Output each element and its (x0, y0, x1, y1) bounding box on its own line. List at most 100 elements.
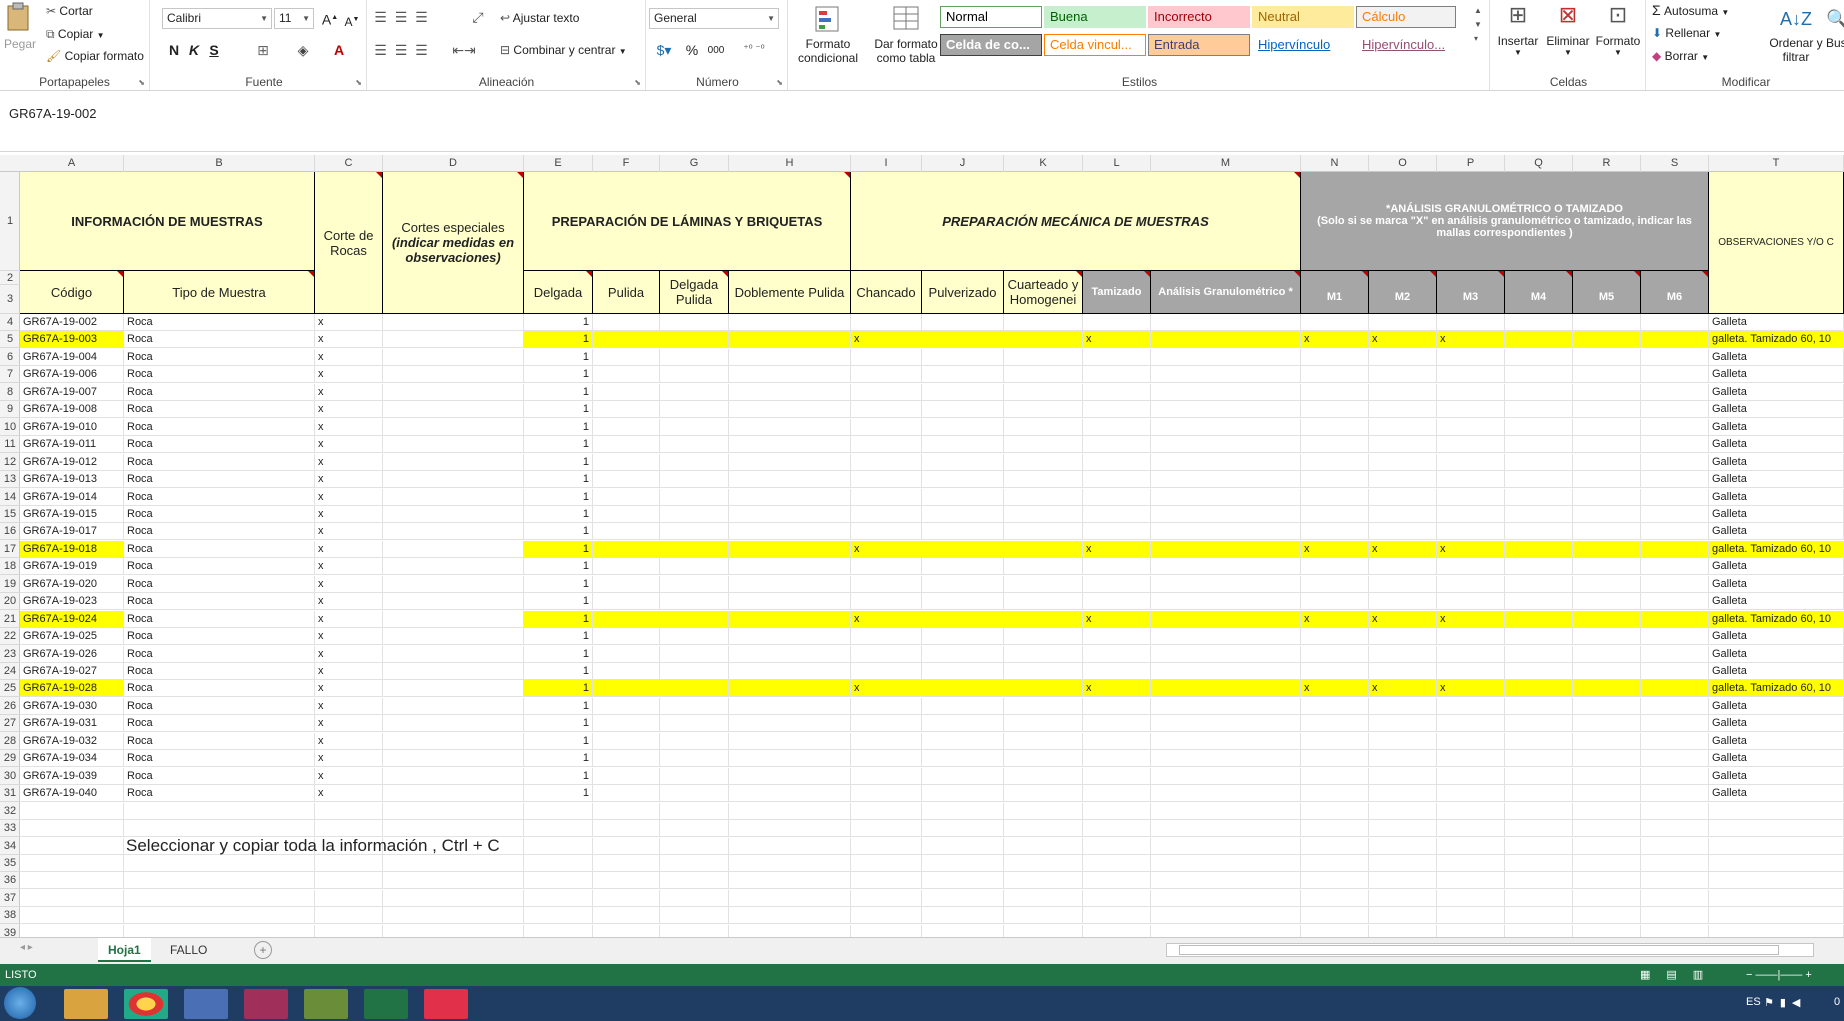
cell-r[interactable] (1573, 523, 1641, 540)
row-header[interactable]: 4 (0, 314, 20, 331)
empty-cell[interactable] (922, 925, 1004, 937)
cell-m[interactable] (1151, 506, 1301, 523)
empty-cell[interactable] (1437, 925, 1505, 937)
empty-cell[interactable] (593, 820, 660, 837)
explorer-icon[interactable] (64, 989, 108, 1019)
cell-tipo[interactable]: Roca (124, 698, 315, 715)
cell-observaciones[interactable]: Galleta (1709, 366, 1844, 383)
cell-m[interactable] (1151, 436, 1301, 453)
column-header-m[interactable]: M (1151, 155, 1301, 172)
empty-cell[interactable] (1369, 872, 1437, 889)
cell-g[interactable] (660, 489, 729, 506)
empty-cell[interactable] (1709, 855, 1844, 872)
empty-cell[interactable] (660, 855, 729, 872)
empty-cell[interactable] (524, 925, 593, 937)
cell-p[interactable] (1437, 628, 1505, 645)
empty-cell[interactable] (1301, 872, 1369, 889)
cell-m[interactable] (1151, 768, 1301, 785)
cell-g[interactable] (660, 331, 729, 348)
cell-cortes-especiales[interactable] (383, 506, 524, 523)
cell-m[interactable] (1151, 419, 1301, 436)
cell-j[interactable] (922, 576, 1004, 593)
empty-cell[interactable] (1505, 925, 1573, 937)
cell-n[interactable] (1301, 384, 1369, 401)
empty-cell[interactable] (660, 838, 729, 855)
cell-l[interactable]: x (1083, 331, 1151, 348)
empty-cell[interactable] (593, 803, 660, 820)
cell-p[interactable] (1437, 663, 1505, 680)
empty-cell[interactable] (315, 907, 383, 924)
language-indicator[interactable]: ES (1746, 996, 1761, 1008)
empty-cell[interactable] (1573, 803, 1641, 820)
column-header-j[interactable]: J (922, 155, 1004, 172)
empty-cell[interactable] (1641, 925, 1709, 937)
empty-cell[interactable] (922, 803, 1004, 820)
empty-cell[interactable] (729, 890, 851, 907)
cell-delgada[interactable]: 1 (524, 331, 593, 348)
empty-cell[interactable] (1151, 803, 1301, 820)
fill-color-icon[interactable]: ◈ (292, 41, 314, 59)
cell-n[interactable] (1301, 768, 1369, 785)
column-header-o[interactable]: O (1369, 155, 1437, 172)
cell-m[interactable] (1151, 366, 1301, 383)
cell-r[interactable] (1573, 576, 1641, 593)
cell-r[interactable] (1573, 384, 1641, 401)
cell-j[interactable] (922, 646, 1004, 663)
cell-k[interactable] (1004, 646, 1083, 663)
empty-cell[interactable] (729, 925, 851, 937)
cell-observaciones[interactable]: Galleta (1709, 750, 1844, 767)
cell-f[interactable] (593, 366, 660, 383)
cell-observaciones[interactable]: Galleta (1709, 715, 1844, 732)
cell-observaciones[interactable]: Galleta (1709, 733, 1844, 750)
cell-m[interactable] (1151, 663, 1301, 680)
currency-icon[interactable]: $▾ (650, 41, 678, 59)
cell-m[interactable] (1151, 576, 1301, 593)
cell-l[interactable]: x (1083, 680, 1151, 697)
cell-m[interactable] (1151, 541, 1301, 558)
cell-f[interactable] (593, 436, 660, 453)
cell-corte[interactable]: x (315, 750, 383, 767)
percent-button[interactable]: % (684, 41, 700, 59)
cell-f[interactable] (593, 558, 660, 575)
cell-m[interactable] (1151, 384, 1301, 401)
cell-m[interactable] (1151, 489, 1301, 506)
empty-cell[interactable] (1301, 890, 1369, 907)
empty-cell[interactable] (1641, 838, 1709, 855)
cell-codigo[interactable]: GR67A-19-010 (20, 419, 124, 436)
cell-codigo[interactable]: GR67A-19-039 (20, 768, 124, 785)
row-header[interactable]: 36 (0, 872, 20, 889)
cell-observaciones[interactable]: Galleta (1709, 768, 1844, 785)
cell-m[interactable] (1151, 733, 1301, 750)
cell-h[interactable] (729, 593, 851, 610)
cell-observaciones[interactable]: Galleta (1709, 646, 1844, 663)
cell-h[interactable] (729, 576, 851, 593)
row-header[interactable]: 18 (0, 558, 20, 575)
empty-cell[interactable] (1369, 855, 1437, 872)
empty-cell[interactable] (1004, 907, 1083, 924)
cell-tipo[interactable]: Roca (124, 715, 315, 732)
empty-cell[interactable] (1004, 872, 1083, 889)
autosum-button[interactable]: Σ Autosuma ▼ (1652, 2, 1729, 21)
cell-m[interactable] (1151, 558, 1301, 575)
cell-tipo[interactable]: Roca (124, 506, 315, 523)
empty-cell[interactable] (922, 820, 1004, 837)
copy-button[interactable]: ⧉ Copiar ▼ (46, 26, 105, 44)
empty-cell[interactable] (124, 820, 315, 837)
cell-l[interactable] (1083, 436, 1151, 453)
cell-k[interactable] (1004, 733, 1083, 750)
cell-o[interactable] (1369, 454, 1437, 471)
empty-cell[interactable] (1083, 907, 1151, 924)
clear-button[interactable]: ◆ Borrar ▼ (1652, 48, 1709, 66)
cell-j[interactable] (922, 384, 1004, 401)
header-chancado[interactable]: Chancado (851, 271, 922, 314)
cell-s[interactable] (1641, 593, 1709, 610)
cell-delgada[interactable]: 1 (524, 750, 593, 767)
cell-n[interactable]: x (1301, 611, 1369, 628)
cell-h[interactable] (729, 419, 851, 436)
cell-r[interactable] (1573, 733, 1641, 750)
cell-cortes-especiales[interactable] (383, 576, 524, 593)
cell-delgada[interactable]: 1 (524, 366, 593, 383)
cell-codigo[interactable]: GR67A-19-024 (20, 611, 124, 628)
empty-cell[interactable] (1083, 855, 1151, 872)
cell-p[interactable] (1437, 785, 1505, 802)
